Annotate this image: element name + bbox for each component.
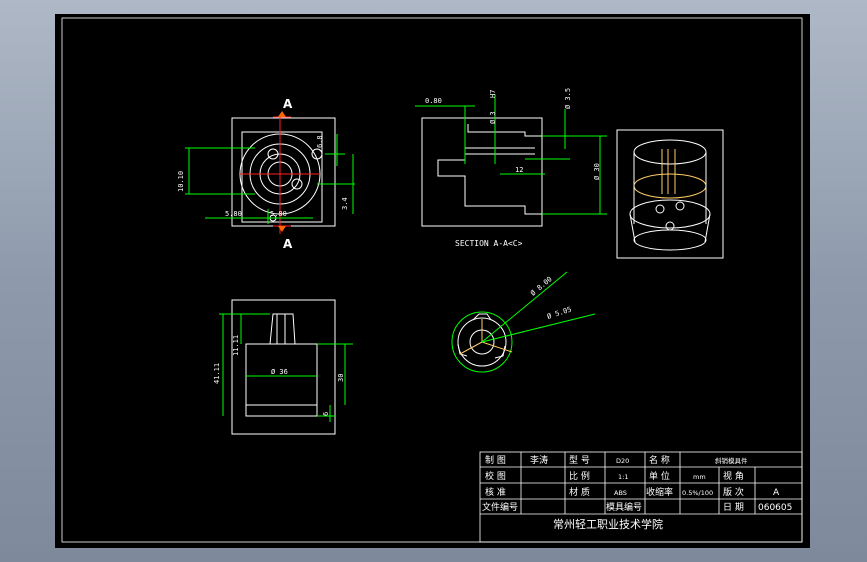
dim-section-hole: Ø 3	[489, 111, 497, 124]
tb-label-shrinkage: 收缩率	[646, 486, 673, 498]
tb-label-checked: 校 图	[485, 470, 506, 482]
tb-label-drawn: 制 图	[485, 454, 506, 466]
drawing-sheet: A A 10.10 6.8 3.4 5.80 5.80 0.80 Ø 3 H7 …	[55, 14, 810, 548]
tb-label-model: 型 号	[569, 455, 590, 466]
dim-front-total-height: 41.11	[213, 363, 221, 384]
tb-value-scale: 1:1	[618, 473, 628, 481]
dim-section-length: 12	[515, 166, 523, 174]
dim-detail-dia-b: Ø 5.05	[546, 305, 573, 320]
section-view	[421, 117, 543, 227]
dim-section-fit: H7	[489, 90, 497, 98]
tb-label-unit: 单 位	[649, 470, 670, 482]
cad-drawing: A A 10.10 6.8 3.4 5.80 5.80 0.80 Ø 3 H7 …	[61, 17, 803, 543]
tb-value-name: 斜销模具件	[715, 456, 748, 465]
section-cut-label-bottom: A	[283, 237, 293, 251]
tb-value-drawn: 李涛	[530, 454, 548, 466]
dim-front-base-height: 6	[322, 412, 330, 416]
section-cut-label-top: A	[283, 97, 293, 111]
tb-label-mold-no: 模具编号	[606, 501, 642, 513]
tb-label-revision: 版 次	[723, 486, 744, 498]
tb-value-unit: mm	[693, 473, 706, 481]
dim-top-height: 10.10	[177, 171, 185, 192]
tb-school-name: 常州轻工职业技术学院	[553, 517, 663, 531]
dim-front-body-height: 30	[337, 374, 345, 382]
tb-label-view: 视 角	[723, 470, 744, 482]
tb-label-name: 名 称	[649, 454, 670, 466]
tb-label-approved: 核 准	[485, 486, 506, 498]
tb-value-material: ABS	[614, 489, 627, 497]
dim-top-width-right: 5.80	[270, 210, 287, 218]
front-view	[231, 299, 336, 435]
section-title: SECTION A-A<C>	[455, 239, 523, 248]
tb-label-date: 日 期	[723, 502, 744, 513]
dim-top-small: 6.8	[316, 135, 324, 148]
tb-value-revision: A	[773, 488, 780, 498]
tb-label-scale: 比 例	[569, 470, 590, 482]
tb-value-date: 060605	[758, 503, 792, 513]
dim-section-small-dia: Ø 3.5	[564, 88, 572, 109]
tb-value-shrinkage: 0.5%/100	[682, 489, 713, 497]
dim-top-width-left: 5.80	[225, 210, 242, 218]
dim-section-outer-dia: Ø 30	[593, 163, 601, 180]
tb-label-material: 材 质	[569, 486, 590, 498]
dim-top-offset: 3.4	[341, 197, 349, 210]
dim-front-neck-height: 11.11	[232, 335, 240, 356]
tb-value-model: D20	[616, 457, 629, 465]
tb-label-file-no: 文件编号	[482, 501, 518, 513]
isometric-view	[616, 129, 724, 259]
dim-front-body-dia: Ø 36	[271, 368, 288, 376]
dim-section-wall: 0.80	[425, 97, 442, 105]
